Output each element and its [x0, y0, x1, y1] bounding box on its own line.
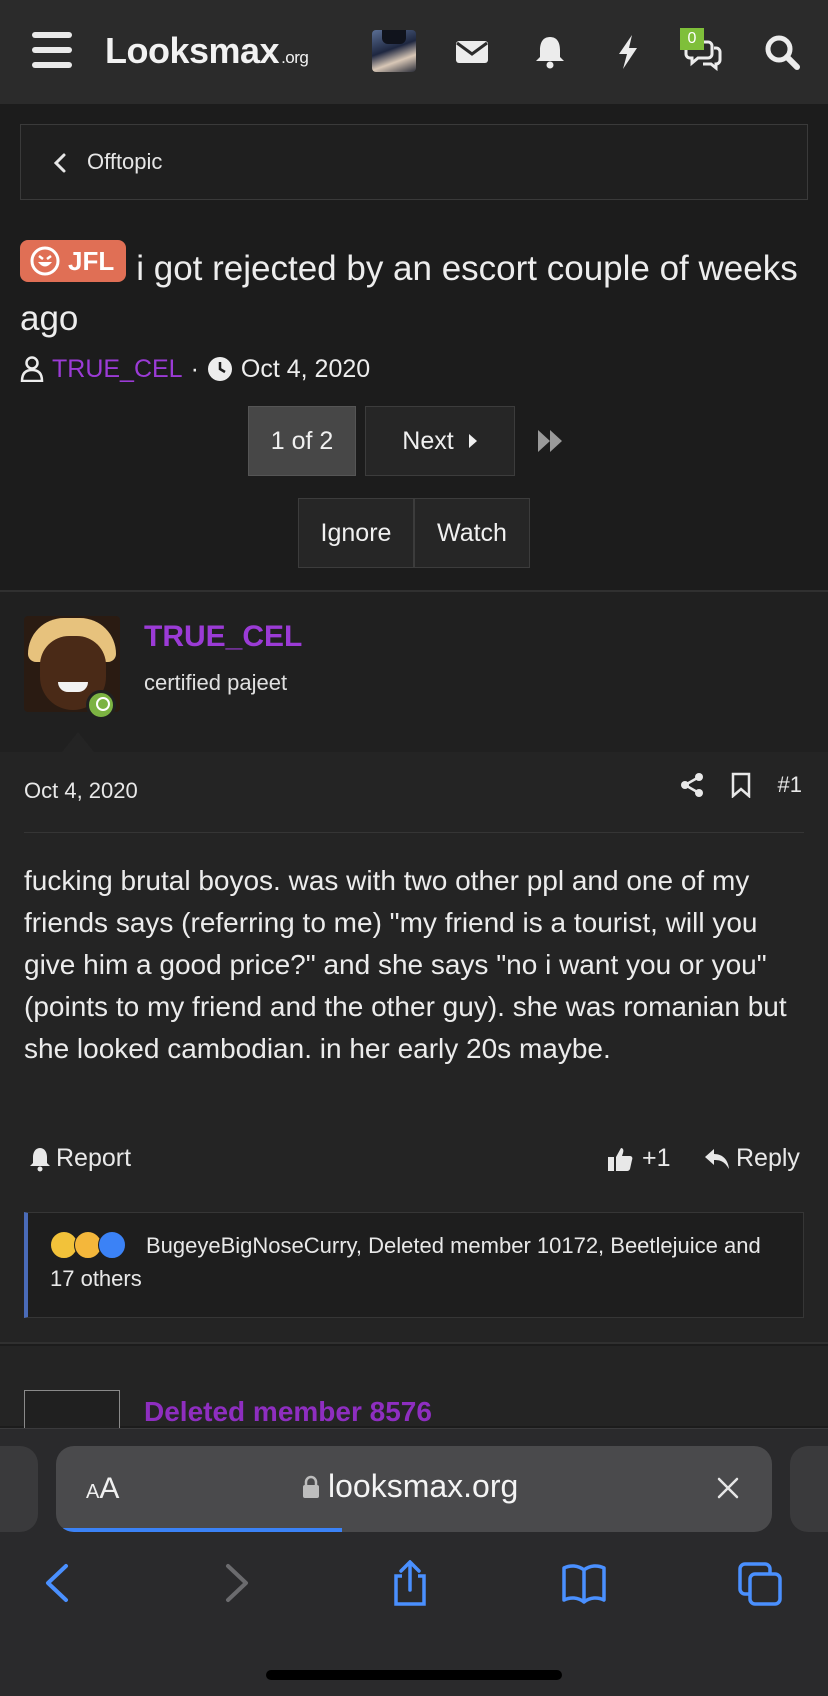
user-header-notch [62, 732, 94, 752]
thread-prefix-label: JFL [68, 246, 115, 276]
prev-tab-preview[interactable] [0, 1446, 38, 1532]
last-page-icon[interactable] [536, 428, 566, 454]
url-host[interactable]: looksmax.org [302, 1468, 518, 1505]
user-avatar-nav[interactable] [372, 30, 416, 72]
clock-icon [207, 357, 232, 381]
hamburger-menu-icon[interactable] [32, 32, 72, 68]
post-actions: #1 [680, 772, 802, 798]
post-date[interactable]: Oct 4, 2020 [24, 778, 138, 804]
search-icon[interactable] [762, 32, 802, 72]
thread-author-link[interactable]: TRUE_CEL [52, 355, 183, 384]
post-author-name[interactable]: TRUE_CEL [144, 620, 302, 654]
report-button[interactable]: Report [28, 1144, 131, 1173]
reply-arrow-icon [705, 1148, 729, 1169]
next-tab-preview[interactable] [790, 1446, 828, 1532]
lock-icon [303, 1475, 319, 1498]
thread-meta: TRUE_CEL · Oct 4, 2020 [20, 352, 370, 386]
thread-title-text: i got rejected by an escort couple of we… [20, 249, 798, 338]
breadcrumb-label: Offtopic [87, 149, 163, 174]
lightning-icon[interactable] [608, 32, 648, 72]
bell-icon[interactable] [530, 32, 570, 72]
divider [0, 1342, 828, 1344]
forward-icon[interactable] [214, 1560, 258, 1606]
like-count: +1 [642, 1144, 671, 1172]
online-status-icon [86, 690, 116, 720]
thread-title: JFL i got rejected by an escort couple o… [20, 240, 800, 344]
bookmarks-icon[interactable] [562, 1560, 606, 1606]
address-bar[interactable]: AA looksmax.org [56, 1446, 772, 1532]
meta-separator: · [190, 354, 199, 383]
next-post-author: Deleted member 8576 [144, 1396, 432, 1427]
reply-button[interactable]: Reply [704, 1144, 800, 1173]
bell-icon [30, 1147, 50, 1171]
tabs-icon[interactable] [738, 1560, 782, 1606]
thread-date[interactable]: Oct 4, 2020 [241, 355, 370, 384]
conversations-badge: 0 [680, 28, 704, 50]
thumbs-up-icon [608, 1147, 633, 1171]
chevron-left-icon [53, 153, 66, 173]
page-load-progress [56, 1528, 343, 1532]
home-indicator[interactable] [266, 1670, 562, 1680]
page-current-label: 1 of 2 [270, 426, 334, 455]
post-divider [24, 832, 804, 833]
back-icon[interactable] [36, 1560, 80, 1606]
next-page-label: Next [402, 426, 454, 455]
next-page-button[interactable]: Next [365, 406, 515, 476]
like-button[interactable]: +1 [606, 1144, 671, 1173]
report-label: Report [56, 1144, 132, 1172]
reply-label: Reply [736, 1144, 800, 1172]
post-author-title: certified pajeet [144, 670, 288, 695]
mail-icon[interactable] [452, 32, 492, 72]
watch-label: Watch [437, 518, 507, 547]
share-sheet-icon[interactable] [388, 1560, 432, 1606]
bookmark-icon[interactable] [730, 772, 752, 798]
post-body: fucking brutal boyos. was with two other… [24, 865, 787, 1064]
thread-prefix-badge[interactable]: JFL [20, 240, 127, 282]
watch-button[interactable]: Watch [414, 498, 530, 568]
site-logo[interactable]: Looksmax .org [105, 30, 309, 72]
post-number[interactable]: #1 [778, 772, 802, 798]
reactions-bar[interactable]: BugeyeBigNoseCurry, Deleted member 10172… [24, 1212, 804, 1318]
breadcrumb[interactable]: Offtopic [20, 124, 808, 200]
reader-options-button[interactable]: AA [86, 1472, 119, 1506]
user-icon [20, 356, 44, 382]
reactions-text[interactable]: BugeyeBigNoseCurry, Deleted member 10172… [50, 1229, 790, 1295]
page-current-button[interactable]: 1 of 2 [248, 406, 356, 476]
ignore-button[interactable]: Ignore [298, 498, 414, 568]
caret-right-icon [468, 434, 477, 448]
stop-loading-icon[interactable] [716, 1476, 740, 1500]
laughing-face-icon [30, 246, 60, 276]
post-user-header [0, 592, 828, 752]
ignore-label: Ignore [320, 518, 392, 547]
share-icon[interactable] [680, 772, 704, 798]
url-host-text: looksmax.org [328, 1468, 519, 1504]
top-nav: Looksmax .org 0 [0, 0, 828, 104]
